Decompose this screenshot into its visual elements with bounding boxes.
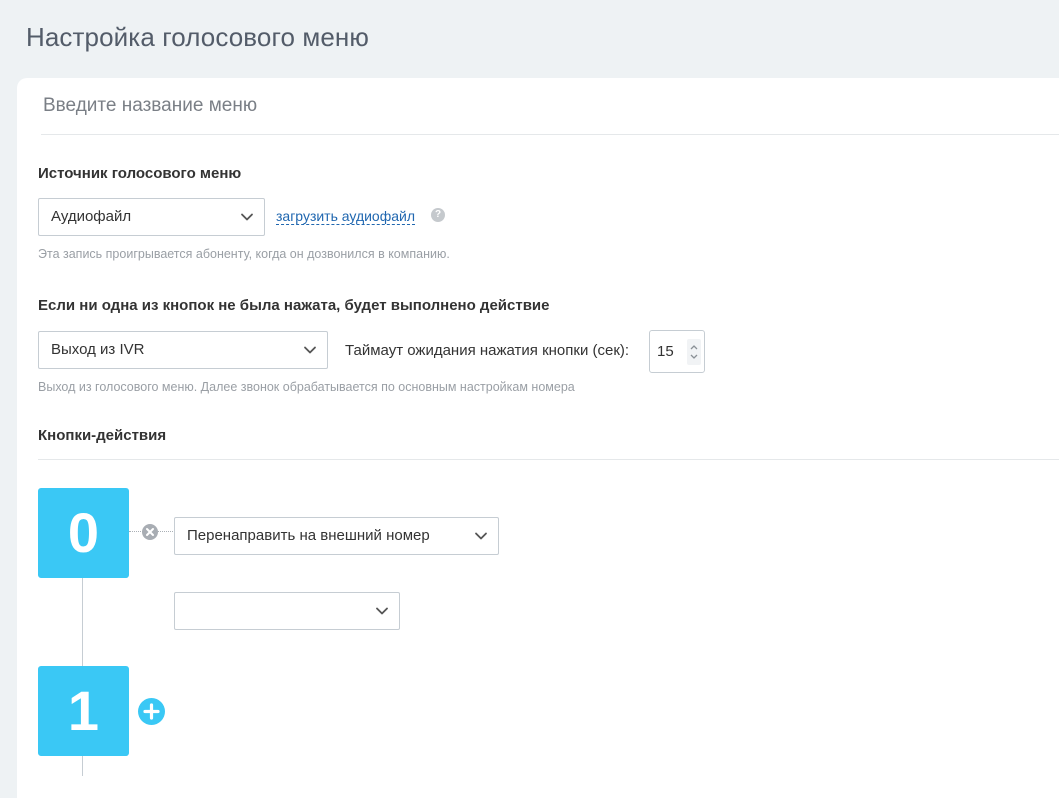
key-0[interactable]: 0 [38,488,129,578]
timeout-label: Таймаут ожидания нажатия кнопки (сек): [345,342,630,359]
plus-circle-icon[interactable] [138,698,165,725]
chevron-down-icon [304,346,316,354]
default-action-hint: Выход из голосового меню. Далее звонок о… [38,380,575,394]
page-title: Настройка голосового меню [26,22,369,52]
upload-audio-link[interactable]: загрузить аудиофайл [276,208,416,225]
key-0-action-select[interactable]: Перенаправить на внешний номер [174,517,499,555]
menu-name-input[interactable] [41,78,1059,135]
close-icon [146,528,154,536]
default-action-select-value: Выход из IVR [51,341,145,358]
plus-icon [143,703,160,720]
source-select[interactable]: Аудиофайл [38,198,265,236]
key-connector-line [82,756,83,776]
stepper-arrows[interactable] [687,339,701,365]
key-connector-line [82,578,83,666]
chevron-down-icon [376,607,388,615]
source-hint: Эта запись проигрывается абоненту, когда… [38,247,450,261]
default-action-select[interactable]: Выход из IVR [38,331,328,369]
close-circle-icon[interactable] [142,524,158,540]
key-1[interactable]: 1 [38,666,129,756]
chevron-down-icon [475,532,487,540]
source-label: Источник голосового меню [38,165,242,182]
ivr-settings-card: Источник голосового меню Аудиофайл загру… [17,78,1059,798]
source-select-value: Аудиофайл [51,208,132,225]
timeout-value[interactable]: 15 [657,343,674,360]
timeout-stepper[interactable]: 15 [649,330,705,373]
buttons-label: Кнопки-действия [38,427,167,444]
stepper-arrows-icon [690,345,698,359]
chevron-down-icon [241,213,253,221]
help-icon[interactable]: ? [431,208,445,222]
key-0-target-select[interactable] [174,592,400,630]
key-0-action-value: Перенаправить на внешний номер [187,527,430,544]
default-action-label: Если ни одна из кнопок не была нажата, б… [38,297,550,314]
section-divider [38,459,1059,460]
